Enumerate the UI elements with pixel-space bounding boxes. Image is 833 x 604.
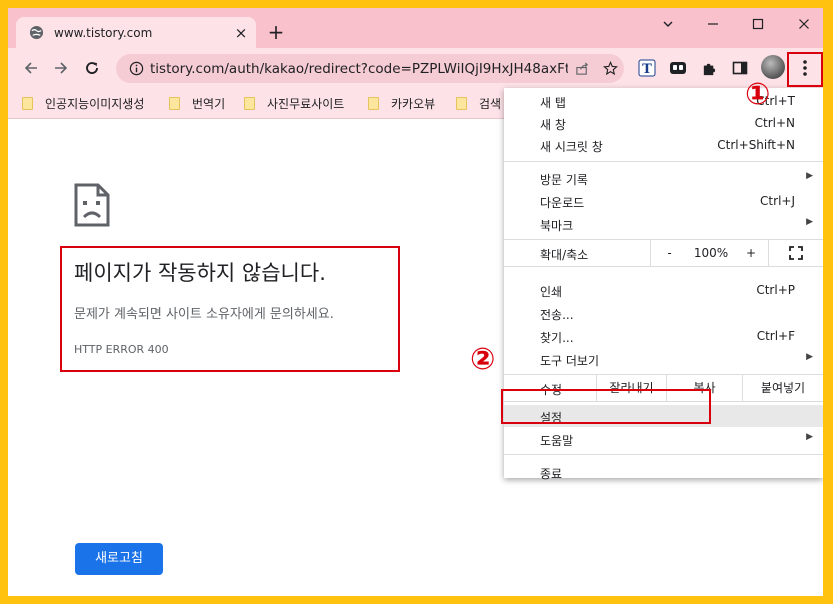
chevron-right-icon: ▶: [806, 352, 813, 362]
menu-item-print[interactable]: 인쇄 Ctrl+P: [504, 279, 823, 301]
menu-item-new-tab[interactable]: 새 탭 Ctrl+T: [504, 90, 823, 112]
bookmark-folder[interactable]: 검색: [456, 95, 501, 112]
bookmark-folder[interactable]: 인공지능이미지생성: [22, 95, 144, 112]
bookmark-folder[interactable]: 카카오뷰: [368, 95, 435, 112]
menu-item-history[interactable]: 방문 기록 ▶: [504, 167, 823, 189]
menu-item-cast[interactable]: 전송...: [504, 302, 823, 324]
menu-item-bookmarks[interactable]: 북마크 ▶: [504, 213, 823, 235]
profile-avatar[interactable]: [761, 55, 785, 79]
chevron-right-icon: ▶: [806, 171, 813, 181]
bookmark-label: 검색: [479, 97, 502, 111]
paste-button[interactable]: 붙여넣기: [742, 375, 823, 401]
menu-divider: [504, 161, 823, 162]
site-info-icon[interactable]: [122, 61, 150, 76]
menu-item-new-window[interactable]: 새 창 Ctrl+N: [504, 112, 823, 134]
bookmark-folder[interactable]: 사진무료사이트: [244, 95, 344, 112]
forward-arrow-icon[interactable]: [48, 55, 74, 81]
reload-button[interactable]: 새로고침: [75, 543, 163, 575]
menu-item-find[interactable]: 찾기... Ctrl+F: [504, 325, 823, 347]
menu-item-more-tools[interactable]: 도구 더보기 ▶: [504, 348, 823, 370]
puzzle-extensions-icon[interactable]: [698, 57, 720, 79]
zoom-out-button[interactable]: -: [650, 240, 688, 266]
folder-icon: [22, 97, 33, 110]
translate-extension-icon[interactable]: T: [636, 57, 658, 79]
side-panel-icon[interactable]: [729, 57, 751, 79]
tab-strip: www.tistory.com × +: [8, 8, 823, 48]
sad-page-icon: [74, 183, 110, 231]
bookmark-star-icon[interactable]: [596, 61, 624, 76]
toolbar: tistory.com/auth/kakao/redirect?code=PZP…: [8, 48, 823, 89]
tab-search-icon[interactable]: [654, 12, 682, 40]
bookmark-label: 번역기: [192, 97, 226, 111]
menu-divider: [504, 266, 823, 267]
step-one-marker: ①: [745, 77, 771, 112]
zoom-value: 100%: [693, 246, 729, 260]
minimize-icon[interactable]: [699, 12, 727, 40]
reload-icon[interactable]: [79, 55, 105, 81]
tab-title: www.tistory.com: [54, 25, 153, 40]
bookmark-label: 인공지능이미지생성: [45, 97, 145, 111]
menu-divider: [504, 454, 823, 455]
zoom-in-button[interactable]: +: [734, 240, 768, 266]
tab-close-icon[interactable]: ×: [232, 24, 250, 42]
menu-item-downloads[interactable]: 다운로드 Ctrl+J: [504, 190, 823, 212]
globe-icon: [28, 25, 44, 41]
share-icon[interactable]: [568, 61, 596, 76]
settings-highlight-box: [501, 389, 711, 424]
menu-item-exit[interactable]: 종료: [504, 461, 823, 483]
folder-icon: [456, 97, 467, 110]
menu-item-help[interactable]: 도움말 ▶: [504, 428, 823, 450]
tab-tistory[interactable]: www.tistory.com ×: [16, 17, 256, 48]
chevron-right-icon: ▶: [806, 432, 813, 442]
bookmark-label: 카카오뷰: [391, 97, 436, 111]
zoom-row: 확대/축소 - 100% +: [504, 240, 823, 266]
back-arrow-icon[interactable]: [18, 55, 44, 81]
folder-icon: [368, 97, 379, 110]
fullscreen-icon[interactable]: [768, 240, 823, 266]
bookmark-folder[interactable]: 번역기: [169, 95, 225, 112]
address-bar[interactable]: tistory.com/auth/kakao/redirect?code=PZP…: [116, 54, 624, 83]
window-close-icon[interactable]: [790, 12, 818, 40]
extension-icon[interactable]: [667, 57, 689, 79]
chevron-right-icon: ▶: [806, 217, 813, 227]
zoom-label: 확대/축소: [540, 248, 589, 262]
folder-icon: [244, 97, 255, 110]
bookmark-label: 사진무료사이트: [267, 97, 345, 111]
maximize-icon[interactable]: [744, 12, 772, 40]
menu-button-highlight-box: [787, 52, 823, 87]
folder-icon: [169, 97, 180, 110]
url-text: tistory.com/auth/kakao/redirect?code=PZP…: [150, 60, 568, 77]
svg-text:T: T: [642, 62, 652, 77]
error-highlight-box: [60, 246, 400, 372]
menu-item-incognito[interactable]: 새 시크릿 창 Ctrl+Shift+N: [504, 134, 823, 156]
new-tab-button[interactable]: +: [264, 21, 288, 45]
browser-window: www.tistory.com × + tistory.com/auth/kak…: [8, 8, 823, 596]
step-two-marker: ②: [470, 342, 496, 377]
